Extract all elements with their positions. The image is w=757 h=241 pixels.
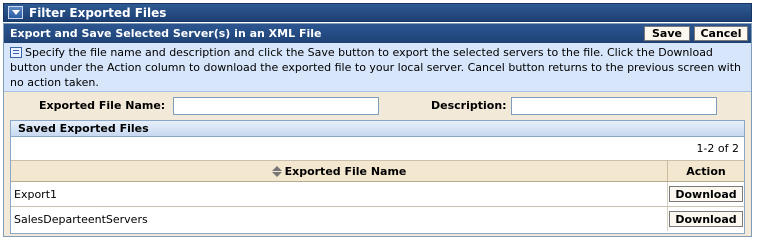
panel-header: Export and Save Selected Server(s) in an… bbox=[4, 24, 751, 43]
file-name-label: Exported File Name: bbox=[39, 99, 166, 112]
table-row: Export1 Download bbox=[11, 182, 744, 207]
saved-files-section: Saved Exported Files 1-2 of 2 Exported F… bbox=[10, 120, 745, 234]
column-header-action: Action bbox=[686, 164, 726, 178]
table-header: Exported File Name Action bbox=[11, 161, 744, 182]
description-label: Description: bbox=[431, 99, 507, 112]
export-panel: Export and Save Selected Server(s) in an… bbox=[3, 23, 752, 237]
file-name-cell: Export1 bbox=[11, 182, 668, 206]
column-header-file-name[interactable]: Exported File Name bbox=[11, 161, 668, 181]
chevron-down-icon bbox=[11, 10, 20, 15]
column-header-file-name-label: Exported File Name bbox=[284, 164, 407, 178]
action-cell: Download bbox=[668, 207, 744, 231]
export-form: Exported File Name: Description: bbox=[4, 93, 751, 117]
download-button[interactable]: Download bbox=[669, 211, 743, 227]
info-icon bbox=[10, 47, 22, 58]
info-message: Specify the file name and description an… bbox=[4, 43, 751, 92]
collapse-toggle-button[interactable] bbox=[8, 6, 23, 19]
table-row: SalesDeparteentServers Download bbox=[11, 207, 744, 231]
cancel-button[interactable]: Cancel bbox=[694, 26, 748, 41]
panel-title: Export and Save Selected Server(s) in an… bbox=[10, 27, 322, 40]
description-input[interactable] bbox=[511, 97, 717, 115]
pager-count: 1-2 of 2 bbox=[696, 142, 739, 155]
filter-exported-files-bar: Filter Exported Files bbox=[3, 3, 752, 22]
pager-row: 1-2 of 2 bbox=[11, 137, 744, 161]
save-button[interactable]: Save bbox=[644, 26, 690, 41]
filter-bar-title: Filter Exported Files bbox=[29, 5, 167, 20]
file-name-input[interactable] bbox=[173, 97, 379, 115]
action-cell: Download bbox=[668, 182, 744, 206]
download-button[interactable]: Download bbox=[669, 186, 743, 202]
info-text: Specify the file name and description an… bbox=[10, 46, 741, 89]
sort-icon[interactable] bbox=[271, 165, 282, 177]
saved-files-title: Saved Exported Files bbox=[11, 121, 744, 137]
file-name-cell: SalesDeparteentServers bbox=[11, 207, 668, 231]
